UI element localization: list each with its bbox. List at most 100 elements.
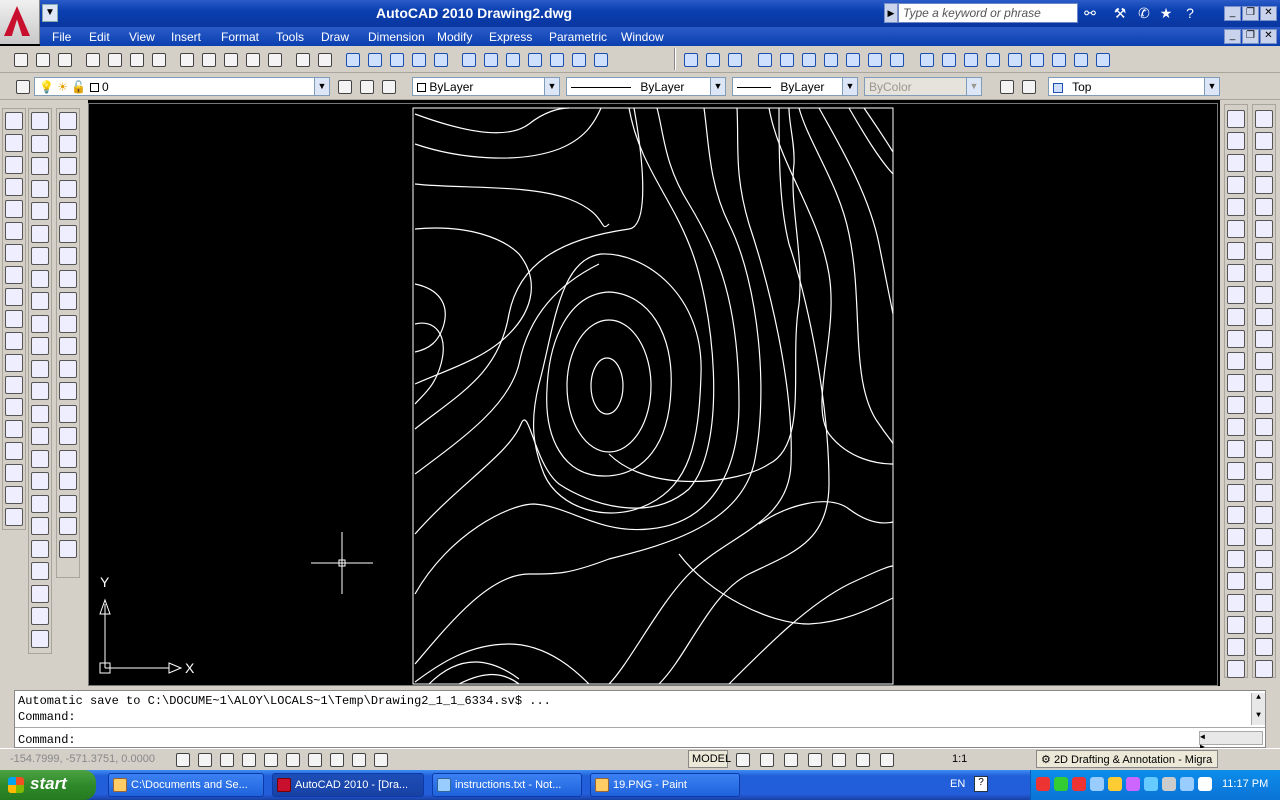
grid-display-icon[interactable] <box>194 749 214 769</box>
modify-tool-icon[interactable] <box>31 202 49 220</box>
ucs-icon[interactable] <box>996 76 1016 96</box>
modeling-tool-icon[interactable] <box>916 49 936 69</box>
layer-dropdown[interactable]: 💡 ☀ 🔓 0 ▼ <box>34 77 330 96</box>
solid-tool-icon[interactable] <box>1255 484 1273 502</box>
communication-icon[interactable]: ✆ <box>1134 4 1154 22</box>
modeling-tool-icon[interactable] <box>59 247 77 265</box>
quick-layout-icon[interactable] <box>780 749 800 769</box>
osnap-tool-icon[interactable] <box>1227 660 1245 678</box>
zoom-previous-icon[interactable] <box>408 49 428 69</box>
subscription-icon[interactable]: ⚒ <box>1110 4 1130 22</box>
doc-minimize-button[interactable]: _ <box>1224 29 1241 44</box>
tray-icon[interactable] <box>1126 777 1140 791</box>
draw-tool-icon[interactable] <box>5 354 23 372</box>
ortho-mode-icon[interactable] <box>216 749 236 769</box>
menu-express[interactable]: Express <box>489 30 532 44</box>
draw-tool-icon[interactable] <box>5 332 23 350</box>
task-explorer[interactable]: C:\Documents and Se... <box>108 773 264 797</box>
osnap-tool-icon[interactable] <box>1227 418 1245 436</box>
undo-icon[interactable] <box>292 49 312 69</box>
draw-tool-icon[interactable] <box>5 156 23 174</box>
modify-tool-icon[interactable] <box>31 292 49 310</box>
modify-tool-icon[interactable] <box>31 157 49 175</box>
modify-tool-icon[interactable] <box>31 179 49 198</box>
copy-icon[interactable] <box>198 49 218 69</box>
osnap-tool-icon[interactable] <box>1227 484 1245 502</box>
draw-tool-icon[interactable] <box>5 134 23 152</box>
osnap-tool-icon[interactable] <box>1227 462 1245 480</box>
osnap-tool-icon[interactable] <box>1227 264 1245 282</box>
modeling-tool-icon[interactable] <box>59 179 77 198</box>
draw-tool-icon[interactable] <box>5 376 23 394</box>
osnap-tool-icon[interactable] <box>1227 330 1245 348</box>
publish-icon[interactable] <box>126 49 146 69</box>
modeling-tool-icon[interactable] <box>842 49 862 69</box>
layer-properties-icon[interactable] <box>12 76 32 96</box>
modeling-tool-icon[interactable] <box>1004 49 1024 69</box>
modify-tool-icon[interactable] <box>31 337 49 355</box>
osnap-tool-icon[interactable] <box>1227 594 1245 612</box>
draw-tool-icon[interactable] <box>5 464 23 482</box>
modeling-tool-icon[interactable] <box>59 112 77 130</box>
ucs-previous-icon[interactable] <box>1018 76 1038 96</box>
zoom-realtime-icon[interactable] <box>364 49 384 69</box>
solid-tool-icon[interactable] <box>1255 220 1273 238</box>
tray-icon[interactable] <box>1144 777 1158 791</box>
modify-tool-icon[interactable] <box>31 247 49 265</box>
snap-mode-icon[interactable] <box>172 749 192 769</box>
solid-tool-icon[interactable] <box>1255 440 1273 458</box>
modeling-tool-icon[interactable] <box>724 49 744 69</box>
modify-tool-icon[interactable] <box>31 584 49 603</box>
modeling-tool-icon[interactable] <box>59 359 77 378</box>
modify-tool-icon[interactable] <box>31 539 49 558</box>
solid-tool-icon[interactable] <box>1255 154 1273 172</box>
modeling-tool-icon[interactable] <box>1092 49 1112 69</box>
tool-palettes-icon[interactable] <box>502 49 522 69</box>
task-autocad[interactable]: AutoCAD 2010 - [Dra... <box>272 773 424 797</box>
draw-tool-icon[interactable] <box>5 222 23 240</box>
solid-tool-icon[interactable] <box>1255 132 1273 150</box>
osnap-tool-icon[interactable] <box>1227 572 1245 590</box>
quick-properties-icon[interactable] <box>370 749 390 769</box>
modeling-tool-icon[interactable] <box>59 292 77 310</box>
solid-tool-icon[interactable] <box>1255 616 1273 634</box>
draw-tool-icon[interactable] <box>5 266 23 284</box>
osnap-tool-icon[interactable] <box>1227 550 1245 568</box>
show-motion-icon[interactable] <box>876 749 896 769</box>
draw-tool-icon[interactable] <box>5 112 23 130</box>
calculator-icon[interactable] <box>568 49 588 69</box>
osnap-tool-icon[interactable] <box>1227 440 1245 458</box>
modify-tool-icon[interactable] <box>31 224 49 243</box>
draw-tool-icon[interactable] <box>5 288 23 306</box>
task-paint[interactable]: 19.PNG - Paint <box>590 773 740 797</box>
modeling-tool-icon[interactable] <box>776 49 796 69</box>
tray-icon[interactable] <box>1108 777 1122 791</box>
redo-icon[interactable] <box>314 49 334 69</box>
solid-tool-icon[interactable] <box>1255 176 1273 194</box>
annotation-scale[interactable]: 1:1 <box>952 753 967 765</box>
lineweight-dropdown[interactable]: ByLayer ▼ <box>732 77 858 96</box>
new-icon[interactable] <box>10 49 30 69</box>
help-icon[interactable]: ? <box>1180 4 1200 22</box>
modeling-tool-icon[interactable] <box>59 382 77 400</box>
modeling-tool-icon[interactable] <box>59 134 77 153</box>
modify-tool-icon[interactable] <box>31 134 49 153</box>
object-snap-icon[interactable] <box>260 749 280 769</box>
modeling-tool-icon[interactable] <box>982 49 1002 69</box>
zoom-icon[interactable] <box>828 749 848 769</box>
modeling-tool-icon[interactable] <box>59 427 77 445</box>
solid-tool-icon[interactable] <box>1255 286 1273 304</box>
tray-icon[interactable] <box>1198 777 1212 791</box>
modify-tool-icon[interactable] <box>31 427 49 445</box>
draw-tool-icon[interactable] <box>5 486 23 504</box>
solid-tool-icon[interactable] <box>1255 572 1273 590</box>
tray-icon[interactable] <box>1072 777 1086 791</box>
open-icon[interactable] <box>32 49 52 69</box>
3d-dwf-icon[interactable] <box>148 49 168 69</box>
osnap-tool-icon[interactable] <box>1227 286 1245 304</box>
modeling-tool-icon[interactable] <box>59 494 77 513</box>
dynamic-ucs-icon[interactable] <box>304 749 324 769</box>
menu-draw[interactable]: Draw <box>321 30 349 44</box>
command-hscrollbar[interactable]: ◀ ▶ <box>1199 731 1263 752</box>
solid-tool-icon[interactable] <box>1255 330 1273 348</box>
